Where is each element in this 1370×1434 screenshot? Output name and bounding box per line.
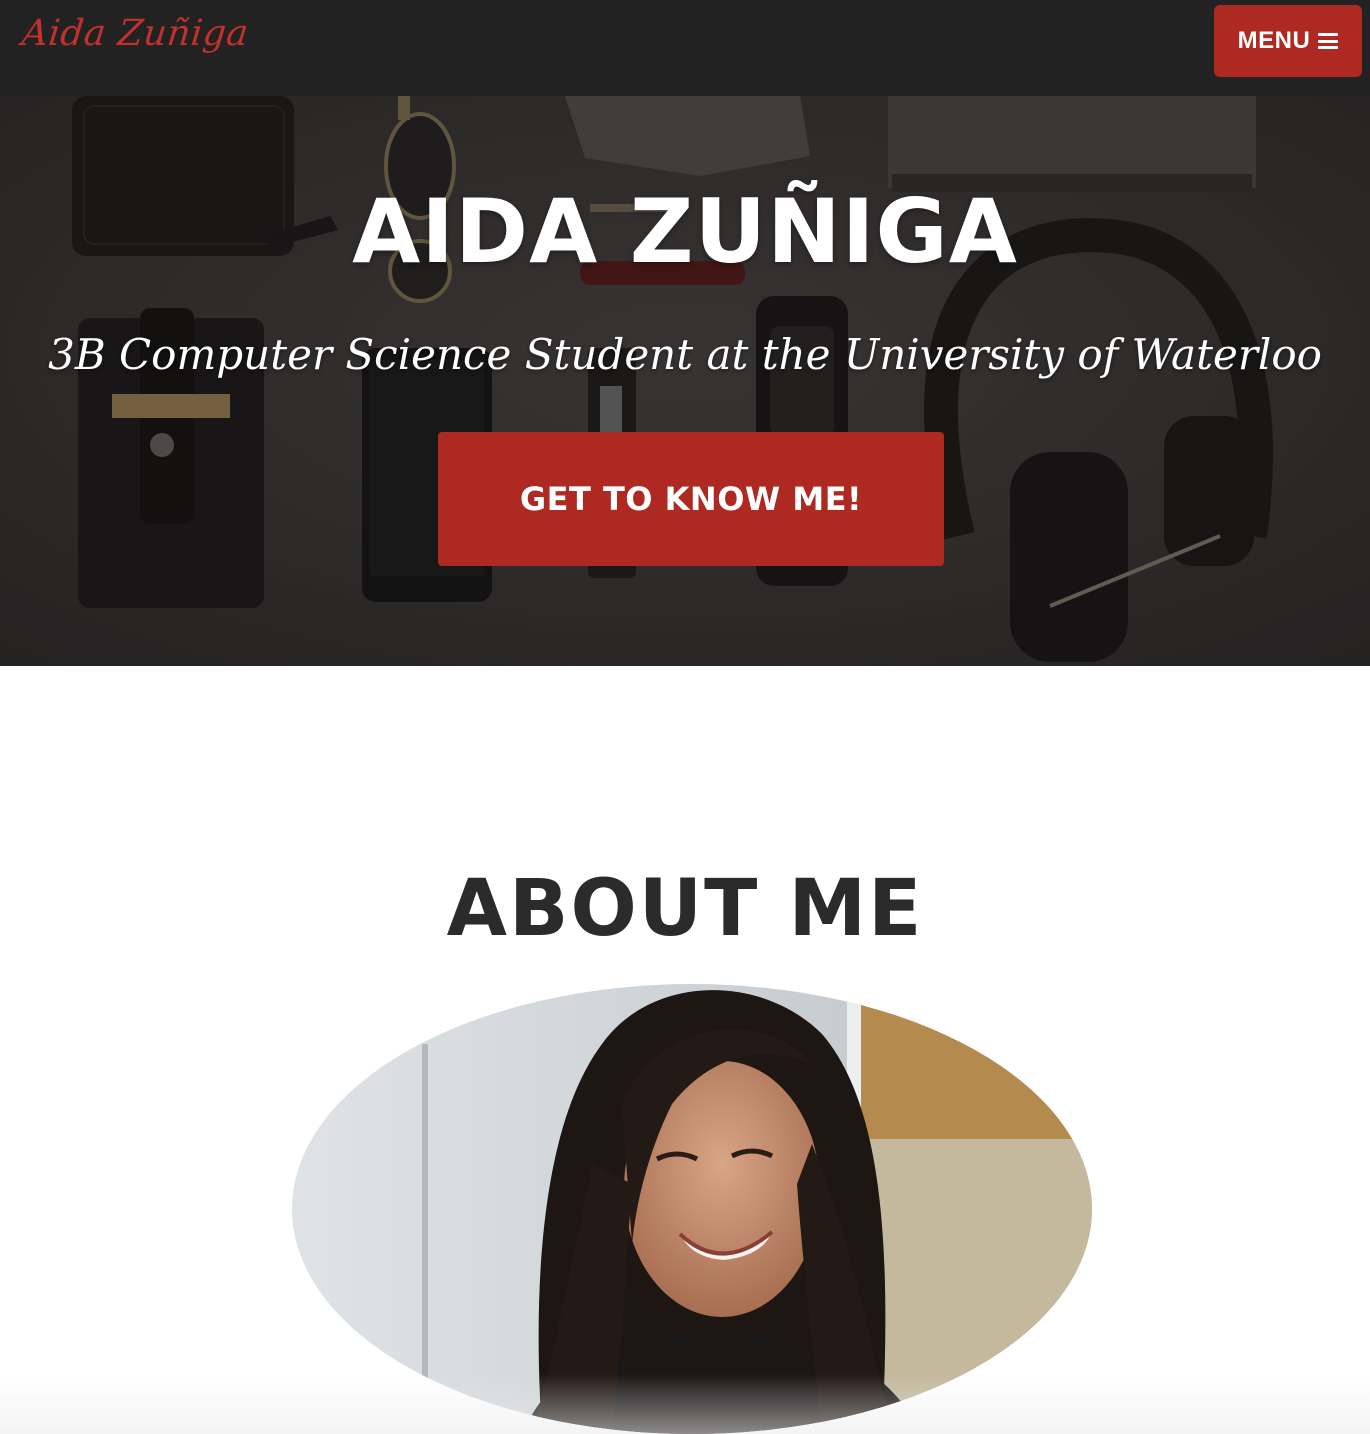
- hero-subtitle: 3B Computer Science Student at the Unive…: [48, 330, 1322, 379]
- brand-logo[interactable]: Aida Zuñiga: [20, 13, 251, 54]
- profile-photo: [292, 984, 1092, 1434]
- hero-title: AIDA ZUÑIGA: [352, 180, 1018, 283]
- about-title: ABOUT ME: [446, 864, 924, 954]
- bars-icon: [1318, 33, 1339, 49]
- menu-label: MENU: [1237, 27, 1311, 54]
- get-to-know-me-button[interactable]: GET TO KNOW ME!: [438, 432, 944, 566]
- navbar: Aida Zuñiga MENU: [0, 0, 1370, 96]
- about-section: ABOUT ME: [0, 666, 1370, 1434]
- menu-button[interactable]: MENU: [1214, 5, 1362, 77]
- hero-section: AIDA ZUÑIGA 3B Computer Science Student …: [0, 96, 1370, 666]
